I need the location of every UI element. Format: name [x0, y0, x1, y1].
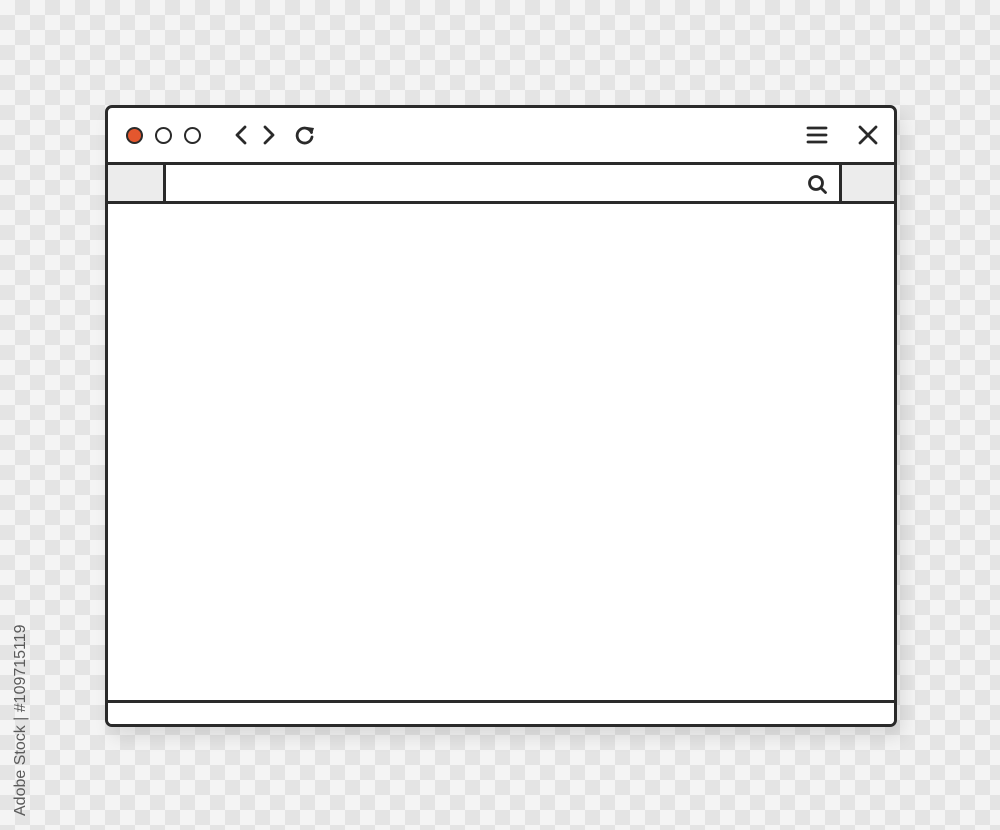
- search-button[interactable]: [806, 173, 828, 195]
- search-icon: [808, 175, 827, 194]
- page-content-area[interactable]: [108, 204, 894, 700]
- reload-button[interactable]: [293, 123, 317, 147]
- forward-button[interactable]: [260, 124, 278, 146]
- title-bar: [108, 108, 894, 165]
- chevron-right-icon: [263, 125, 275, 145]
- address-bar-left-tab[interactable]: [108, 165, 166, 201]
- address-bar-right-tab[interactable]: [839, 165, 894, 201]
- window-maximize-dot[interactable]: [184, 127, 201, 144]
- window-minimize-dot[interactable]: [155, 127, 172, 144]
- url-input[interactable]: [166, 165, 836, 201]
- back-button[interactable]: [232, 124, 250, 146]
- stock-id-watermark: Adobe Stock | #109715119: [12, 624, 29, 816]
- hamburger-menu-icon: [806, 126, 828, 144]
- chevron-left-icon: [235, 125, 247, 145]
- address-bar: [108, 165, 894, 204]
- window-close-dot[interactable]: [126, 127, 143, 144]
- browser-window: [105, 105, 897, 727]
- close-icon: [858, 125, 878, 145]
- menu-button[interactable]: [806, 125, 828, 145]
- status-bar: [108, 700, 894, 724]
- reload-icon: [295, 126, 314, 145]
- close-window-button[interactable]: [857, 124, 879, 146]
